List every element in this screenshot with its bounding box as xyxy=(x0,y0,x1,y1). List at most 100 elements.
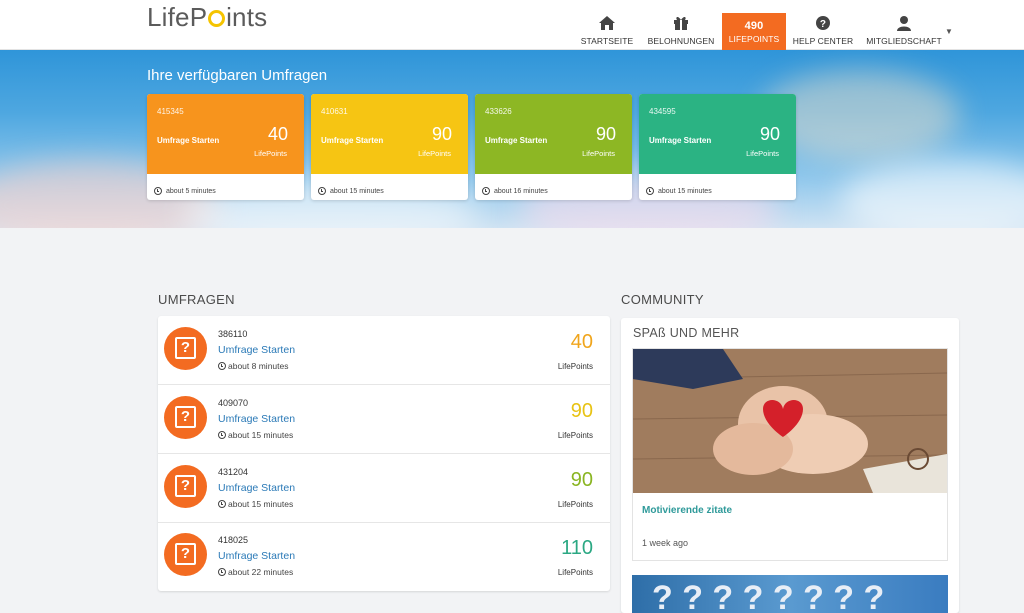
start-survey-link[interactable]: Umfrage Starten xyxy=(218,344,295,356)
survey-duration: about 15 minutes xyxy=(218,499,293,509)
survey-duration: about 5 minutes xyxy=(147,174,304,200)
post-image-hands-heart[interactable] xyxy=(633,349,947,493)
survey-question-icon: ? xyxy=(164,396,207,439)
survey-id: 409070 xyxy=(218,398,249,408)
duration-text: about 15 minutes xyxy=(658,187,712,195)
survey-id: 415345 xyxy=(157,107,184,116)
start-survey-link[interactable]: Umfrage Starten xyxy=(218,413,295,425)
nav-lifepoints-balance[interactable]: 490 LIFEPOINTS xyxy=(722,13,786,50)
nav-label: MITGLIEDSCHAFT xyxy=(866,36,942,46)
survey-points: 110 xyxy=(561,537,593,559)
survey-card-header: 434595 Umfrage Starten 90 LifePoints xyxy=(639,94,796,174)
post-title-link[interactable]: Motivierende zitate xyxy=(642,505,732,516)
survey-list: ? 386110 Umfrage Starten about 8 minutes… xyxy=(158,316,610,591)
nav-startseite[interactable]: STARTSEITE xyxy=(581,13,633,50)
survey-duration: about 15 minutes xyxy=(639,174,796,200)
survey-card[interactable]: 415345 Umfrage Starten 40 LifePoints abo… xyxy=(147,94,304,200)
survey-id: 433626 xyxy=(485,107,512,116)
clock-icon xyxy=(218,500,226,508)
points-label: LifePoints xyxy=(557,568,593,577)
survey-id: 410631 xyxy=(321,107,348,116)
svg-text:?: ? xyxy=(820,19,826,30)
start-survey-link[interactable]: Umfrage Starten xyxy=(218,550,295,562)
survey-points: 90 xyxy=(431,124,452,144)
survey-points: 90 xyxy=(570,469,593,491)
survey-duration: about 15 minutes xyxy=(311,174,468,200)
survey-card-header: 415345 Umfrage Starten 40 LifePoints xyxy=(147,94,304,174)
hero-banner: Ihre verfügbaren Umfragen 415345 Umfrage… xyxy=(0,50,1024,228)
clock-icon xyxy=(318,187,326,195)
nav-label: STARTSEITE xyxy=(580,36,634,46)
survey-question-icon: ? xyxy=(164,327,207,370)
community-post-card[interactable]: Motivierende zitate 1 week ago xyxy=(632,348,948,561)
nav-label: HELP CENTER xyxy=(792,36,854,46)
nav-label: BELOHNUNGEN xyxy=(647,36,715,46)
survey-points: 90 xyxy=(759,124,780,144)
duration-text: about 22 minutes xyxy=(228,567,294,577)
lifepoints-logo[interactable]: LifeP ints xyxy=(147,2,267,33)
duration-text: about 16 minutes xyxy=(494,187,548,195)
community-section-title: COMMUNITY xyxy=(621,292,704,307)
survey-duration: about 16 minutes xyxy=(475,174,632,200)
surveys-section-title: UMFRAGEN xyxy=(158,292,235,307)
clock-icon xyxy=(218,568,226,576)
clock-icon xyxy=(482,187,490,195)
survey-row[interactable]: ? 431204 Umfrage Starten about 15 minute… xyxy=(158,454,610,523)
survey-question-icon: ? xyxy=(164,533,207,576)
points-label: LifePoints xyxy=(418,149,451,158)
survey-points: 90 xyxy=(570,400,593,422)
duration-text: about 15 minutes xyxy=(228,430,294,440)
post-image-question-marks[interactable]: ? ? ? ? ? ? ? ? xyxy=(632,575,948,613)
start-survey-link[interactable]: Umfrage Starten xyxy=(485,136,547,145)
clock-icon xyxy=(154,187,162,195)
post-date: 1 week ago xyxy=(642,538,689,548)
nav-mitgliedschaft[interactable]: MITGLIEDSCHAFT xyxy=(864,13,944,50)
duration-text: about 15 minutes xyxy=(228,499,294,509)
points-label: LifePoints xyxy=(557,362,593,371)
survey-card-header: 433626 Umfrage Starten 90 LifePoints xyxy=(475,94,632,174)
start-survey-link[interactable]: Umfrage Starten xyxy=(218,482,295,494)
svg-text:? ? ? ? ? ? ? ?: ? ? ? ? ? ? ? ? xyxy=(652,579,884,613)
start-survey-link[interactable]: Umfrage Starten xyxy=(649,136,711,145)
points-label: LifePoints xyxy=(557,500,593,509)
points-label: LifePoints xyxy=(254,149,287,158)
points-label: LifePoints xyxy=(746,149,779,158)
survey-card-header: 410631 Umfrage Starten 90 LifePoints xyxy=(311,94,468,174)
survey-row[interactable]: ? 418025 Umfrage Starten about 22 minute… xyxy=(158,522,610,591)
survey-points: 40 xyxy=(570,331,593,353)
survey-duration: about 8 minutes xyxy=(218,361,288,371)
gift-icon xyxy=(674,16,688,30)
survey-question-icon: ? xyxy=(164,465,207,508)
points-balance: 490 xyxy=(744,19,764,32)
survey-points: 90 xyxy=(595,124,616,144)
clock-icon xyxy=(218,362,226,370)
points-label: LifePoints xyxy=(582,149,615,158)
survey-row[interactable]: ? 409070 Umfrage Starten about 15 minute… xyxy=(158,385,610,454)
top-navigation-bar: LifeP ints STARTSEITE BELOHNUNGEN 490 LIF… xyxy=(0,0,1024,50)
survey-card[interactable]: 434595 Umfrage Starten 90 LifePoints abo… xyxy=(639,94,796,200)
survey-duration: about 15 minutes xyxy=(218,430,293,440)
clock-icon xyxy=(218,431,226,439)
chevron-down-icon[interactable]: ▼ xyxy=(945,27,953,36)
survey-id: 386110 xyxy=(218,329,248,339)
duration-text: about 5 minutes xyxy=(166,187,216,195)
start-survey-link[interactable]: Umfrage Starten xyxy=(321,136,383,145)
survey-id: 431204 xyxy=(218,467,249,477)
nav-belohnungen[interactable]: BELOHNUNGEN xyxy=(645,13,717,50)
duration-text: about 8 minutes xyxy=(228,361,289,371)
points-label: LifePoints xyxy=(557,431,593,440)
community-panel: SPAß UND MEHR Motivierende zitate 1 week… xyxy=(621,318,959,613)
duration-text: about 15 minutes xyxy=(330,187,384,195)
survey-row[interactable]: ? 386110 Umfrage Starten about 8 minutes… xyxy=(158,316,610,385)
clock-icon xyxy=(646,187,654,195)
survey-card[interactable]: 433626 Umfrage Starten 90 LifePoints abo… xyxy=(475,94,632,200)
survey-duration: about 22 minutes xyxy=(218,567,293,577)
user-icon xyxy=(897,16,911,31)
available-surveys-title: Ihre verfügbaren Umfragen xyxy=(147,67,328,84)
survey-points: 40 xyxy=(267,124,288,144)
nav-help-center[interactable]: ? HELP CENTER xyxy=(792,13,854,50)
survey-id: 418025 xyxy=(218,535,249,545)
start-survey-link[interactable]: Umfrage Starten xyxy=(157,136,219,145)
survey-card[interactable]: 410631 Umfrage Starten 90 LifePoints abo… xyxy=(311,94,468,200)
community-subtitle: SPAß UND MEHR xyxy=(633,326,740,340)
